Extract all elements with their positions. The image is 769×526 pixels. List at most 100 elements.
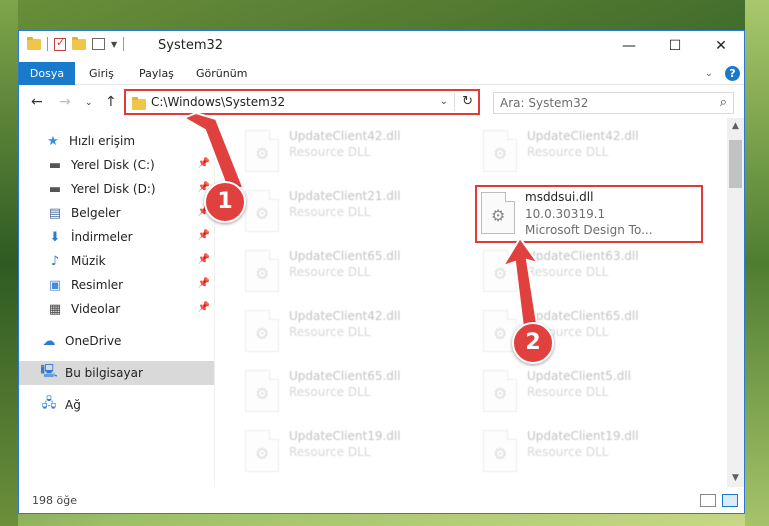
sidebar-item-local-disk-d[interactable]: ▬ Yerel Disk (D:) 📌: [19, 177, 214, 201]
sidebar-item-pictures[interactable]: ▣ Resimler 📌: [19, 273, 214, 297]
gear-icon: ⚙: [493, 264, 508, 283]
sidebar-item-onedrive[interactable]: ☁ OneDrive: [19, 329, 214, 353]
callout-badge-1: 1: [204, 181, 246, 223]
list-item[interactable]: ⚙ UpdateClient42.dll Resource DLL: [477, 127, 697, 175]
help-icon[interactable]: ?: [725, 66, 740, 81]
sidebar-item-local-disk-c[interactable]: ▬ Yerel Disk (C:) 📌: [19, 153, 214, 177]
gear-icon: ⚙: [493, 384, 508, 403]
close-button[interactable]: ✕: [698, 31, 744, 61]
maximize-button[interactable]: ☐: [652, 31, 698, 61]
forward-arrow-icon[interactable]: →: [59, 94, 71, 110]
file-name: UpdateClient21.dll: [289, 189, 401, 203]
list-item[interactable]: ⚙ UpdateClient21.dll Resource DLL: [239, 187, 459, 235]
scroll-up-icon[interactable]: ▲: [727, 118, 744, 135]
desktop-background-right: [745, 0, 769, 526]
large-icons-view-icon[interactable]: [722, 494, 738, 507]
selected-file-msddsui[interactable]: ⚙ msddsui.dll 10.0.30319.1 Microsoft Des…: [475, 185, 703, 243]
sidebar-item-label: Videolar: [71, 302, 121, 316]
details-view-icon[interactable]: [700, 494, 716, 507]
file-name: UpdateClient5.dll: [527, 369, 631, 383]
navigation-pane: ★ Hızlı erişim ▬ Yerel Disk (C:) 📌 ▬ Yer…: [19, 127, 214, 487]
sidebar-item-network[interactable]: 🖧 Ağ: [19, 393, 214, 417]
toolbar-dropdown-icon[interactable]: ▼: [111, 40, 117, 49]
dll-file-icon: ⚙: [245, 370, 279, 412]
list-item[interactable]: ⚙ UpdateClient65.dll Resource DLL: [239, 367, 459, 415]
folder-icon: [27, 36, 41, 50]
list-item[interactable]: ⚙ UpdateClient42.dll Resource DLL: [239, 307, 459, 355]
list-item[interactable]: ⚙ UpdateClient63.dll Resource DLL: [477, 247, 697, 295]
folder-icon: [132, 97, 146, 110]
sidebar-item-label: İndirmeler: [71, 230, 133, 244]
list-item[interactable]: ⚙ UpdateClient19.dll Resource DLL: [239, 427, 459, 475]
tab-view[interactable]: Görünüm: [196, 62, 247, 85]
ribbon-right-controls: ⌄ ?: [705, 66, 740, 81]
list-item[interactable]: ⚙ UpdateClient65.dll Resource DLL: [239, 247, 459, 295]
file-name: UpdateClient65.dll: [527, 309, 639, 323]
file-type: Resource DLL: [527, 445, 609, 459]
tab-share[interactable]: Paylaş: [139, 62, 174, 85]
item-count: 198 öğe: [32, 494, 77, 507]
address-path[interactable]: C:\Windows\System32: [151, 95, 285, 109]
sidebar-item-label: Ağ: [65, 398, 81, 412]
sidebar-item-label: Bu bilgisayar: [65, 366, 143, 380]
address-bar[interactable]: C:\Windows\System32 ⌄ ↻: [124, 89, 480, 115]
recent-locations-icon[interactable]: ⌄: [85, 98, 93, 108]
dll-file-icon: ⚙: [481, 192, 515, 234]
sidebar-item-documents[interactable]: ▤ Belgeler 📌: [19, 201, 214, 225]
tab-file[interactable]: Dosya: [19, 62, 75, 85]
search-icon[interactable]: ⌕: [720, 95, 727, 110]
dll-file-icon: ⚙: [483, 130, 517, 172]
documents-icon: ▤: [48, 205, 62, 221]
sidebar-item-videos[interactable]: ▦ Videolar 📌: [19, 297, 214, 321]
navigation-bar: ← → ⌄ ↑ C:\Windows\System32 ⌄ ↻ ⌕: [19, 86, 744, 118]
tab-home[interactable]: Giriş: [89, 62, 114, 85]
pane-divider: [214, 121, 215, 486]
sidebar-item-music[interactable]: ♪ Müzik 📌: [19, 249, 214, 273]
sidebar-item-label: Yerel Disk (C:): [71, 158, 155, 172]
computer-icon: 🖳: [40, 364, 58, 379]
file-explorer-window: ▼ System32 — ☐ ✕ Dosya Giriş Paylaş Görü…: [18, 30, 745, 514]
file-type: Resource DLL: [289, 145, 371, 159]
pin-icon: 📌: [197, 254, 210, 265]
address-divider: [454, 93, 455, 111]
file-type: Resource DLL: [527, 385, 609, 399]
file-type: Resource DLL: [289, 445, 371, 459]
pin-icon: 📌: [197, 302, 210, 313]
star-icon: ★: [47, 133, 59, 149]
file-name: UpdateClient42.dll: [527, 129, 639, 143]
back-arrow-icon[interactable]: ←: [31, 94, 43, 110]
search-input[interactable]: [500, 96, 700, 110]
gear-icon: ⚙: [255, 264, 270, 283]
download-icon: ⬇: [49, 229, 61, 245]
minimize-button[interactable]: —: [606, 31, 652, 61]
gear-icon: ⚙: [255, 324, 270, 343]
list-item[interactable]: ⚙ UpdateClient5.dll Resource DLL: [477, 367, 697, 415]
video-icon: ▦: [48, 301, 62, 317]
dll-file-icon: ⚙: [245, 430, 279, 472]
scroll-down-icon[interactable]: ▼: [727, 470, 744, 487]
search-box[interactable]: ⌕: [493, 92, 734, 114]
sidebar-item-this-pc[interactable]: 🖳 Bu bilgisayar: [19, 361, 214, 385]
dll-file-icon: ⚙: [483, 370, 517, 412]
gear-icon: ⚙: [491, 206, 506, 225]
up-arrow-icon[interactable]: ↑: [105, 94, 117, 110]
file-name: UpdateClient65.dll: [289, 369, 401, 383]
list-item[interactable]: ⚙ UpdateClient65.dll Resource DLL: [477, 307, 697, 355]
list-item[interactable]: ⚙ UpdateClient19.dll Resource DLL: [477, 427, 697, 475]
file-name: msddsui.dll: [525, 190, 594, 204]
new-folder-icon[interactable]: [72, 36, 86, 50]
list-item[interactable]: ⚙ UpdateClient42.dll Resource DLL: [239, 127, 459, 175]
address-dropdown-icon[interactable]: ⌄: [440, 96, 448, 107]
window-controls: — ☐ ✕: [606, 31, 744, 61]
scroll-thumb[interactable]: [729, 140, 742, 188]
sidebar-item-downloads[interactable]: ⬇ İndirmeler 📌: [19, 225, 214, 249]
vertical-scrollbar[interactable]: ▲ ▼: [727, 118, 744, 487]
gear-icon: ⚙: [493, 324, 508, 343]
properties-check-icon[interactable]: [54, 36, 66, 51]
music-icon: ♪: [50, 253, 60, 269]
dll-file-icon: ⚙: [245, 250, 279, 292]
refresh-icon[interactable]: ↻: [462, 94, 473, 109]
customize-icon[interactable]: [92, 38, 105, 50]
sidebar-item-quick-access[interactable]: ★ Hızlı erişim: [19, 129, 214, 153]
expand-ribbon-icon[interactable]: ⌄: [705, 68, 713, 79]
